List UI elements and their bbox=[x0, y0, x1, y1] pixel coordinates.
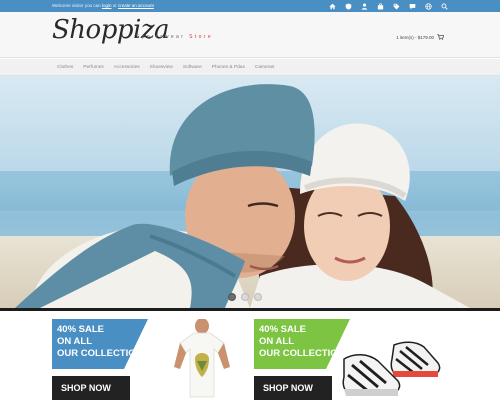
nav-item-shoesview[interactable]: Shoesview bbox=[150, 63, 173, 72]
nav-item-phones-pdas[interactable]: Phones & Pdas bbox=[212, 63, 245, 72]
chat-icon[interactable] bbox=[409, 3, 416, 10]
or-text: or bbox=[112, 3, 117, 8]
cart-summary-text: 1 item(s) - $179.00 bbox=[396, 34, 434, 40]
product-image-sneakers bbox=[334, 319, 448, 400]
product-image-tshirt bbox=[150, 319, 246, 400]
user-shield-icon[interactable] bbox=[345, 3, 352, 10]
home-icon[interactable] bbox=[329, 3, 336, 10]
nav-item-clothes[interactable]: Clothes bbox=[57, 63, 73, 72]
promo-sale-text: 40% SALE bbox=[57, 324, 104, 335]
nav-list: Clothes Perfumes Accessories Shoesview S… bbox=[57, 63, 274, 72]
slider-dot-1[interactable] bbox=[228, 293, 236, 301]
shop-now-button[interactable]: SHOP NOW bbox=[254, 376, 332, 400]
site-header: Shoppiza Sportswear Store 1 item(s) - $1… bbox=[0, 12, 500, 58]
hero-slider[interactable] bbox=[0, 76, 500, 308]
promo-collection-text: OUR COLLECTION bbox=[57, 348, 143, 359]
slider-pagination bbox=[228, 293, 262, 301]
promo-card-tshirt[interactable]: 40% SALE ON ALL OUR COLLECTION SHOP NOW bbox=[52, 319, 246, 400]
shop-now-button[interactable]: SHOP NOW bbox=[52, 376, 130, 400]
slider-dot-2[interactable] bbox=[241, 293, 249, 301]
nav-item-cameras[interactable]: Cameras bbox=[255, 63, 274, 72]
site-logo[interactable]: Shoppiza bbox=[52, 15, 170, 45]
tagline-accent: Store bbox=[189, 34, 214, 40]
search-icon[interactable] bbox=[441, 3, 448, 10]
user-icon[interactable] bbox=[361, 3, 368, 10]
top-bar: Welcome visitor you can login or create … bbox=[0, 0, 500, 12]
bag-icon[interactable] bbox=[377, 2, 384, 10]
create-account-link[interactable]: create an account bbox=[118, 3, 154, 8]
nav-item-software[interactable]: Software bbox=[183, 63, 202, 72]
promo-card-sneakers[interactable]: 40% SALE ON ALL OUR COLLECTION SHOP NOW bbox=[254, 319, 448, 400]
hero-image-couple bbox=[0, 76, 500, 308]
main-navigation: Clothes Perfumes Accessories Shoesview S… bbox=[0, 59, 500, 76]
nav-item-perfumes[interactable]: Perfumes bbox=[83, 63, 104, 72]
promo-banner: 40% SALE ON ALL OUR COLLECTION bbox=[52, 319, 148, 369]
login-link[interactable]: login bbox=[102, 3, 112, 8]
top-icon-bar bbox=[329, 1, 448, 11]
welcome-text: Welcome visitor you can bbox=[52, 3, 101, 8]
tag-icon[interactable] bbox=[393, 3, 400, 10]
cart-summary[interactable]: 1 item(s) - $179.00 bbox=[396, 34, 444, 40]
cart-icon bbox=[437, 34, 444, 40]
slider-dot-3[interactable] bbox=[254, 293, 262, 301]
promo-on-all-text: ON ALL bbox=[57, 336, 93, 347]
section-divider bbox=[0, 308, 500, 311]
tagline-main: Sportswear bbox=[136, 34, 186, 40]
welcome-message: Welcome visitor you can login or create … bbox=[52, 1, 154, 11]
site-tagline: Sportswear Store bbox=[136, 34, 213, 40]
nav-item-accessories[interactable]: Accessories bbox=[114, 63, 140, 72]
globe-icon[interactable] bbox=[425, 2, 432, 10]
